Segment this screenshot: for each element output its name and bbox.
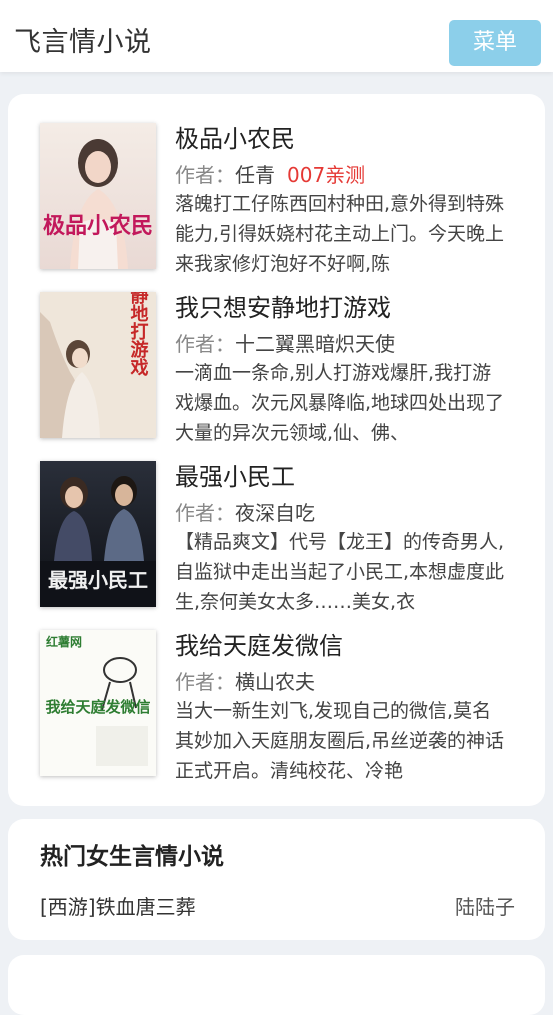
book-author: 十二翼黑暗炽天使 xyxy=(235,332,395,356)
book-cover[interactable]: 极品小农民 xyxy=(40,123,156,269)
list-item-author: 陆陆子 xyxy=(455,895,515,919)
cover-title-text: 极品小农民 xyxy=(43,213,153,239)
book-description: 一滴血一条命,别人打游戏爆肝,我打游戏爆血。次元风暴降临,地球四处出现了大量的异… xyxy=(175,362,505,444)
book-title[interactable]: 我只想安静地打游戏 xyxy=(175,288,391,323)
book-list-card: 极品小农民 极品小农民 作者：任青 007亲测 落魄打工仔陈西回村种田,意外得到特… xyxy=(8,94,545,806)
book-item[interactable]: 最强小民工 最强小民工 作者：夜深自吃 【精品爽文】代号【龙王】的传奇男人,自监… xyxy=(40,461,530,613)
book-meta: 作者：横山农夫 xyxy=(175,666,315,695)
book-item[interactable]: 红薯网 我给天庭发微信 我给天庭发微信 作者：横山农夫 当大一新生刘飞,发现自己… xyxy=(40,630,530,782)
cover-title-text: 安静地打游戏 xyxy=(128,292,150,377)
book-meta: 作者：十二翼黑暗炽天使 xyxy=(175,328,395,357)
book-meta: 作者：任青 007亲测 xyxy=(175,159,365,188)
book-description: 落魄打工仔陈西回村种田,意外得到特殊能力,引得妖娆村花主动上门。今天晚上来我家修… xyxy=(175,193,505,275)
book-author: 夜深自吃 xyxy=(235,501,315,525)
list-item-title[interactable]: [西游]铁血唐三葬 xyxy=(40,891,196,920)
book-meta: 作者：夜深自吃 xyxy=(175,497,315,526)
book-item[interactable]: 安静地打游戏 我只想安静地打游戏 作者：十二翼黑暗炽天使 一滴血一条命,别人打游… xyxy=(40,292,530,444)
book-author: 任青 xyxy=(235,163,275,187)
book-cover[interactable]: 最强小民工 xyxy=(40,461,156,607)
book-description: 【精品爽文】代号【龙王】的传奇男人,自监狱中走出当起了小民工,本想虚度此生,奈何… xyxy=(175,531,505,613)
section-title: 热门女生言情小说 xyxy=(40,844,224,870)
app-header: 飞言情小说 菜单 xyxy=(0,0,553,72)
book-cover[interactable]: 红薯网 我给天庭发微信 xyxy=(40,630,156,776)
author-prefix: 作者： xyxy=(175,332,235,356)
cover-title-text: 最强小民工 xyxy=(48,568,148,592)
cover-title-text: 我给天庭发微信 xyxy=(45,698,150,716)
book-author: 横山农夫 xyxy=(235,670,315,694)
hot-novels-card: 热门女生言情小说 [西游]铁血唐三葬 陆陆子 xyxy=(8,819,545,940)
next-section-card xyxy=(8,955,545,1015)
book-item[interactable]: 极品小农民 极品小农民 作者：任青 007亲测 落魄打工仔陈西回村种田,意外得到特… xyxy=(40,123,530,275)
author-prefix: 作者： xyxy=(175,670,235,694)
menu-button[interactable]: 菜单 xyxy=(449,20,541,66)
app-title: 飞言情小说 xyxy=(14,27,152,58)
book-tag: 007亲测 xyxy=(287,163,366,187)
author-prefix: 作者： xyxy=(175,163,235,187)
book-title[interactable]: 我给天庭发微信 xyxy=(175,626,343,661)
author-prefix: 作者： xyxy=(175,501,235,525)
book-cover[interactable]: 安静地打游戏 xyxy=(40,292,156,438)
book-title[interactable]: 最强小民工 xyxy=(175,457,295,492)
cover-brand-text: 红薯网 xyxy=(46,634,82,649)
book-description: 当大一新生刘飞,发现自己的微信,莫名其妙加入天庭朋友圈后,吊丝逆袭的神话正式开启… xyxy=(175,700,505,782)
book-title[interactable]: 极品小农民 xyxy=(175,119,295,154)
